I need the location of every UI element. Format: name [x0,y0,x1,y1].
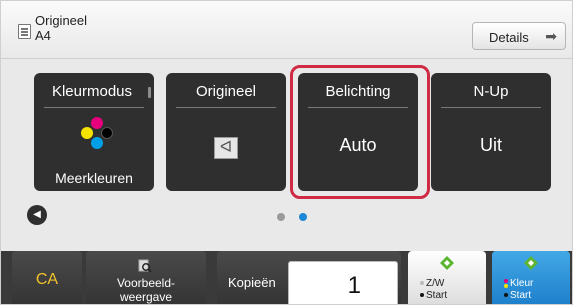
header-bar: Origineel A4 Details ➡ [1,1,572,59]
color-dot-icon [504,293,508,297]
bottom-action-bar: CA Voorbeeld- weergave Kopieën 1 Z/W Sta… [1,251,572,304]
copies-input[interactable]: 1 [288,261,398,304]
color-start-button[interactable]: Kleur Start [492,251,570,304]
bw-dot-icon [420,281,424,285]
arrow-right-icon: ➡ [545,28,557,44]
bw-start-line1: Z/W [426,278,445,289]
tile-divider [176,107,276,108]
function-tiles-area: Kleurmodus Meerkleuren Origineel ᐊ Belic… [1,59,572,251]
details-button[interactable]: Details ➡ [472,22,566,50]
title-scroll-mark [148,87,151,98]
color-dot-icon [504,279,508,283]
tile-color-mode-value: Meerkleuren [55,170,133,186]
start-diamond-icon [524,256,538,270]
exposure-highlight-frame [290,65,430,199]
clear-all-button[interactable]: CA [12,251,82,304]
preview-magnifier-icon [138,259,152,273]
tile-n-up-value: Uit [480,135,502,155]
preview-label-line2: weergave [119,290,173,304]
tile-divider [44,107,144,108]
color-dot-icon [504,284,508,288]
tile-n-up[interactable]: N-Up Uit [431,73,551,191]
start-diamond-icon [440,256,454,270]
preview-button-label: Voorbeeld- weergave [86,276,206,304]
original-label: Origineel [35,13,88,28]
bw-start-button[interactable]: Z/W Start [408,251,486,304]
copies-label: Kopieën [228,275,276,290]
tile-original[interactable]: Origineel ᐊ [166,73,286,191]
details-button-label: Details [489,30,529,45]
color-dots-icon [81,117,113,155]
original-size: A4 [35,28,51,43]
tile-divider [441,107,541,108]
tile-color-mode[interactable]: Kleurmodus Meerkleuren [34,73,154,191]
tile-n-up-title: N-Up [473,83,509,100]
tile-color-mode-title: Kleurmodus [51,83,133,100]
tile-original-title: Origineel [195,83,257,100]
page-indicator-dot-active[interactable] [299,213,307,221]
copies-control: Kopieën 1 [217,251,401,304]
original-orientation-icon: ᐊ [214,137,238,159]
preview-button[interactable]: Voorbeeld- weergave [86,251,206,304]
document-icon [18,24,31,39]
color-start-line2: Start [510,290,532,301]
copy-screen: Origineel A4 Details ➡ Kleurmodus Meerkl… [0,0,573,305]
bw-start-line2: Start [426,290,448,301]
page-indicator-dot[interactable] [277,213,285,221]
previous-page-button[interactable]: ◀ [27,205,47,225]
preview-label-line1: Voorbeeld- [116,276,176,290]
color-start-line1: Kleur [510,278,534,289]
bw-dot-icon [420,293,424,297]
